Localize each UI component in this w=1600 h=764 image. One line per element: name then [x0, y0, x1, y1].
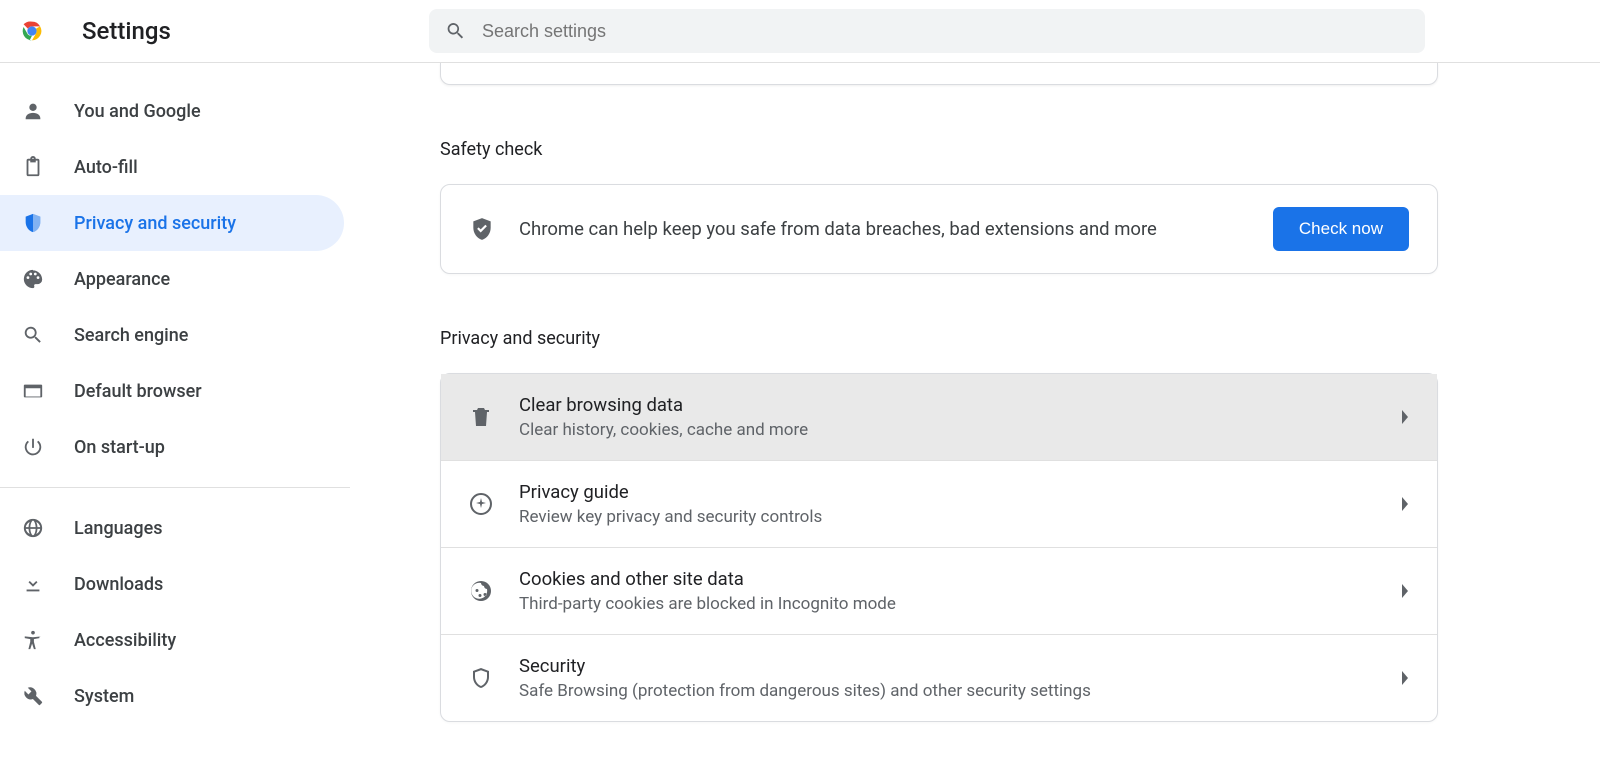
chrome-logo-icon: [18, 17, 46, 45]
chevron-right-icon: [1399, 497, 1409, 511]
header: Settings: [0, 0, 1600, 63]
row-subtitle: Clear history, cookies, cache and more: [519, 420, 1399, 440]
palette-icon: [22, 268, 44, 290]
sidebar-item-system[interactable]: System: [0, 668, 344, 724]
row-subtitle: Safe Browsing (protection from dangerous…: [519, 681, 1399, 701]
sidebar-item-label: Default browser: [74, 381, 202, 402]
main-content: Safety check Chrome can help keep you sa…: [352, 63, 1600, 764]
wrench-icon: [22, 685, 44, 707]
sidebar-item-default-browser[interactable]: Default browser: [0, 363, 344, 419]
search-icon: [22, 324, 44, 346]
download-icon: [22, 573, 44, 595]
sidebar: You and Google Auto-fill Privacy and secur…: [0, 63, 352, 764]
chevron-right-icon: [1399, 584, 1409, 598]
sidebar-item-downloads[interactable]: Downloads: [0, 556, 344, 612]
row-clear-browsing-data[interactable]: Clear browsing data Clear history, cookie…: [441, 374, 1437, 460]
sidebar-item-label: Accessibility: [74, 630, 176, 651]
safety-check-card: Chrome can help keep you safe from data …: [440, 184, 1438, 274]
search-box[interactable]: [429, 9, 1425, 53]
person-icon: [22, 100, 44, 122]
sidebar-item-privacy-and-security[interactable]: Privacy and security: [0, 195, 344, 251]
trash-icon: [469, 405, 493, 429]
browser-icon: [22, 380, 44, 402]
search-icon: [445, 20, 466, 42]
chevron-right-icon: [1399, 410, 1409, 424]
sidebar-item-appearance[interactable]: Appearance: [0, 251, 344, 307]
sidebar-item-label: System: [74, 686, 134, 707]
sidebar-item-languages[interactable]: Languages: [0, 500, 344, 556]
row-security[interactable]: Security Safe Browsing (protection from d…: [441, 634, 1437, 721]
sidebar-item-label: Downloads: [74, 574, 163, 595]
sidebar-item-accessibility[interactable]: Accessibility: [0, 612, 344, 668]
row-cookies-and-other-site-data[interactable]: Cookies and other site data Third-party c…: [441, 547, 1437, 634]
shield-half-icon: [22, 212, 44, 234]
sidebar-item-label: On start-up: [74, 437, 165, 458]
sidebar-item-you-and-google[interactable]: You and Google: [0, 83, 344, 139]
sidebar-item-label: Appearance: [74, 269, 170, 290]
row-title: Cookies and other site data: [519, 568, 1399, 590]
row-title: Privacy guide: [519, 481, 1399, 503]
globe-icon: [22, 517, 44, 539]
row-title: Clear browsing data: [519, 394, 1399, 416]
clipboard-icon: [22, 156, 44, 178]
previous-card-stub: [440, 63, 1438, 85]
check-now-button[interactable]: Check now: [1273, 207, 1409, 251]
sidebar-item-label: Auto-fill: [74, 157, 138, 178]
row-privacy-guide[interactable]: Privacy guide Review key privacy and secu…: [441, 460, 1437, 547]
sidebar-item-auto-fill[interactable]: Auto-fill: [0, 139, 344, 195]
sidebar-item-label: Privacy and security: [74, 213, 236, 234]
row-subtitle: Review key privacy and security controls: [519, 507, 1399, 527]
shield-check-icon: [469, 216, 495, 242]
chevron-right-icon: [1399, 671, 1409, 685]
row-title: Security: [519, 655, 1399, 677]
sidebar-item-label: Languages: [74, 518, 162, 539]
row-subtitle: Third-party cookies are blocked in Incog…: [519, 594, 1399, 614]
compass-icon: [469, 492, 493, 516]
accessibility-icon: [22, 629, 44, 651]
sidebar-item-label: You and Google: [74, 101, 201, 122]
shield-outline-icon: [469, 666, 493, 690]
search-input[interactable]: [482, 21, 1409, 42]
privacy-security-card: Clear browsing data Clear history, cookie…: [440, 373, 1438, 722]
safety-check-text: Chrome can help keep you safe from data …: [519, 218, 1273, 240]
safety-check-heading: Safety check: [440, 139, 1438, 160]
sidebar-item-search-engine[interactable]: Search engine: [0, 307, 344, 363]
power-icon: [22, 436, 44, 458]
sidebar-item-on-start-up[interactable]: On start-up: [0, 419, 344, 475]
privacy-security-heading: Privacy and security: [440, 328, 1438, 349]
sidebar-item-label: Search engine: [74, 325, 188, 346]
page-title: Settings: [82, 17, 171, 45]
cookie-icon: [469, 579, 493, 603]
sidebar-divider: [0, 487, 350, 488]
